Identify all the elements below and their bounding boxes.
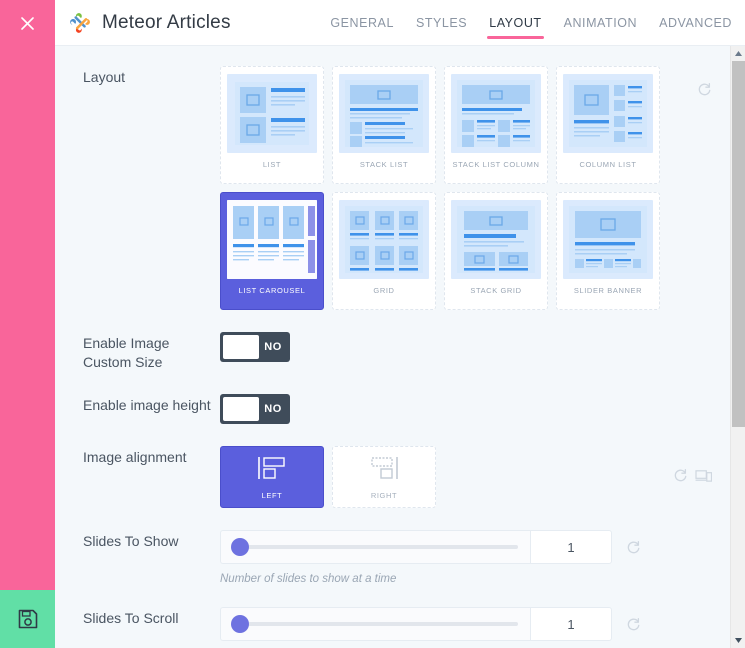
slides-to-show-control: 1 [220,530,730,564]
layout-card-label: COLUMN LIST [579,160,637,169]
layout-card-slider-banner[interactable]: SLIDER BANNER [556,192,660,310]
setting-layout: Layout LIST STACK LIST STACK LIST COLUMN… [55,46,730,310]
setting-slides-to-scroll: Slides To Scroll 1 [55,585,730,641]
slides-to-show-help: Number of slides to show at a time [220,573,397,585]
align-right-icon [367,455,401,486]
left-rail [0,0,55,648]
image-alignment-options: LEFT RIGHT [220,446,730,508]
reset-icon[interactable] [626,617,641,632]
layout-card-column-list[interactable]: COLUMN LIST [556,66,660,184]
enable-image-height-field: NO [220,394,730,424]
image-alignment-label: Image alignment [83,449,187,465]
top-bar: Meteor Articles GENERAL STYLES LAYOUT AN… [55,0,745,46]
slides-to-scroll-slider[interactable] [220,607,530,641]
editor-window: Meteor Articles GENERAL STYLES LAYOUT AN… [0,0,745,648]
toggle-value: NO [264,403,282,415]
scrollbar-thumb[interactable] [731,61,745,428]
layout-thumb-slider-banner [563,200,653,279]
layout-card-label: STACK LIST [359,160,409,169]
slider-thumb[interactable] [231,538,249,556]
reset-icon[interactable] [626,540,641,555]
layout-thumb-list-carousel [227,200,317,279]
layout-card-list-carousel[interactable]: LIST CAROUSEL [220,192,324,310]
scroll-down-arrow-icon[interactable] [731,633,745,648]
layout-thumb-stack-list-column [451,74,541,153]
enable-image-custom-size-field: NO [220,332,730,362]
slides-to-scroll-field: 1 [220,607,730,641]
layout-card-stack-list-column[interactable]: STACK LIST COLUMN [444,66,548,184]
layout-reset-icon-wrap [697,82,712,97]
body-wrap: Layout LIST STACK LIST STACK LIST COLUMN… [55,46,745,648]
tab-bar: GENERAL STYLES LAYOUT ANIMATION ADVANCED [319,0,745,46]
tab-advanced[interactable]: ADVANCED [648,0,743,46]
layout-label: Layout [83,69,126,85]
setting-slides-to-show: Slides To Show 1 Number of slides to sho… [55,508,730,585]
close-icon[interactable] [0,0,55,46]
enable-image-custom-size-label: Enable Image Custom Size [83,335,170,370]
slider-track [231,615,518,633]
image-alignment-right[interactable]: RIGHT [332,446,436,508]
vertical-scrollbar[interactable] [730,46,745,648]
layout-card-label: GRID [373,286,395,295]
layout-card-label: STACK LIST COLUMN [452,160,540,169]
layout-card-label: LIST [262,160,282,169]
setting-image-alignment: Image alignment LEFT RIGHT [55,424,730,508]
layout-card-stack-list[interactable]: STACK LIST [332,66,436,184]
settings-scroll-area: Layout LIST STACK LIST STACK LIST COLUMN… [55,46,730,648]
slides-to-show-input[interactable]: 1 [530,530,612,564]
toggle-knob [223,335,259,359]
toggle-knob [223,397,259,421]
layout-card-label: STACK GRID [470,286,522,295]
align-option-label: RIGHT [370,490,398,500]
layout-card-stack-grid[interactable]: STACK GRID [444,192,548,310]
align-option-label: LEFT [261,490,283,500]
slides-to-scroll-control: 1 [220,607,730,641]
toggle-value: NO [264,341,282,353]
setting-enable-image-height: Enable image height NO [55,372,730,424]
slides-to-show-field: 1 Number of slides to show at a time [220,530,730,585]
enable-image-custom-size-toggle[interactable]: NO [220,332,290,362]
tab-animation[interactable]: ANIMATION [553,0,648,46]
layout-card-label: LIST CAROUSEL [238,286,306,295]
slides-to-scroll-input[interactable]: 1 [530,607,612,641]
layout-thumb-grid [339,200,429,279]
tab-general[interactable]: GENERAL [319,0,405,46]
image-alignment-icons [673,468,712,483]
tab-layout[interactable]: LAYOUT [478,0,552,46]
reset-icon[interactable] [697,82,712,97]
tab-styles[interactable]: STYLES [405,0,478,46]
slider-track [231,538,518,556]
slides-to-show-slider[interactable] [220,530,530,564]
save-floppy-icon[interactable] [0,590,55,648]
image-alignment-field: LEFT RIGHT [220,446,730,508]
slider-thumb[interactable] [231,615,249,633]
brand: Meteor Articles [55,10,231,36]
image-alignment-left[interactable]: LEFT [220,446,324,508]
layout-thumb-stack-grid [451,200,541,279]
setting-enable-image-custom-size: Enable Image Custom Size NO [55,310,730,372]
scroll-up-arrow-icon[interactable] [731,46,745,61]
enable-image-height-toggle[interactable]: NO [220,394,290,424]
responsive-device-icon[interactable] [695,468,712,483]
layout-card-list[interactable]: LIST [220,66,324,184]
slides-to-scroll-label: Slides To Scroll [83,610,179,626]
layout-card-label: SLIDER BANNER [573,286,643,295]
editor-panel: Meteor Articles GENERAL STYLES LAYOUT AN… [55,0,745,648]
layout-card-grid-option[interactable]: GRID [332,192,436,310]
joomla-logo-icon [67,10,93,36]
layout-card-grid: LIST STACK LIST STACK LIST COLUMN COLUMN… [220,66,680,310]
layout-thumb-stack-list [339,74,429,153]
layout-field: LIST STACK LIST STACK LIST COLUMN COLUMN… [220,66,730,310]
enable-image-height-label: Enable image height [83,397,211,413]
layout-thumb-list [227,74,317,153]
reset-icon[interactable] [673,468,688,483]
page-title: Meteor Articles [102,11,231,33]
scrollbar-track[interactable] [731,61,745,633]
slides-to-show-label: Slides To Show [83,533,179,549]
align-left-icon [255,455,289,486]
layout-thumb-column-list [563,74,653,153]
